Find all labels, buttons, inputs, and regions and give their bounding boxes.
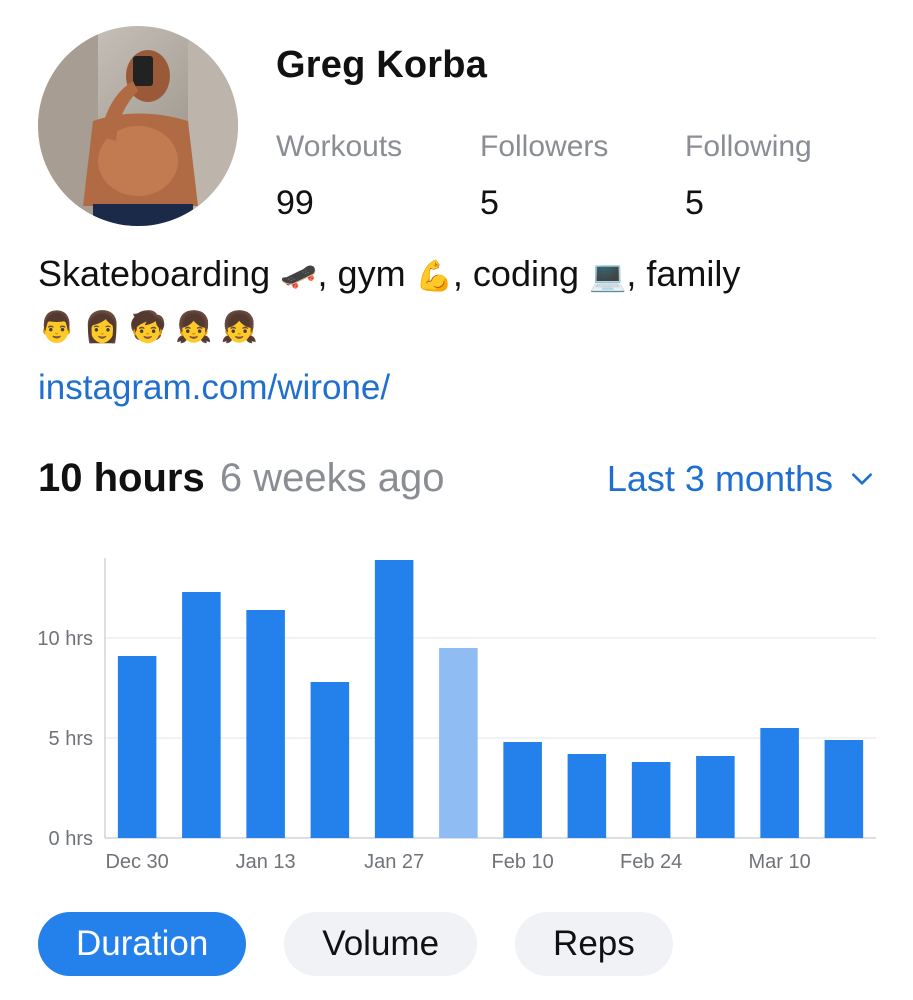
profile-avatar[interactable] bbox=[38, 26, 238, 226]
y-tick-label: 10 hrs bbox=[37, 628, 93, 650]
muscle-emoji: 💪 bbox=[415, 260, 453, 293]
chart-bar bbox=[374, 560, 414, 838]
total-duration: 10 hours bbox=[38, 456, 205, 500]
y-tick-label: 5 hrs bbox=[49, 728, 93, 750]
laptop-emoji: 💻 bbox=[589, 260, 627, 293]
avatar-photo bbox=[38, 26, 238, 226]
bio-text: , gym bbox=[317, 253, 416, 294]
stat-followers[interactable]: Followers 5 bbox=[480, 130, 608, 223]
stat-value: 5 bbox=[685, 184, 704, 222]
stat-value: 5 bbox=[480, 184, 499, 222]
stat-label: Workouts bbox=[276, 130, 403, 163]
chart-bar bbox=[182, 592, 221, 838]
x-tick-label: Feb 10 bbox=[491, 851, 553, 873]
metric-tabs: Duration Volume Reps bbox=[38, 912, 673, 976]
chart-bar bbox=[503, 742, 542, 838]
profile-bio: Skateboarding 🛹, gym 💪, coding 💻, family… bbox=[38, 250, 883, 352]
tab-reps[interactable]: Reps bbox=[515, 912, 673, 976]
chart-bar bbox=[567, 754, 607, 838]
x-tick-label: Feb 24 bbox=[620, 851, 682, 873]
chart-bar bbox=[439, 648, 478, 838]
stat-label: Followers bbox=[480, 130, 609, 163]
chart-bar bbox=[246, 610, 285, 838]
profile-name: Greg Korba bbox=[276, 44, 488, 86]
chart-bar bbox=[310, 682, 350, 838]
range-label: Last 3 months bbox=[606, 458, 833, 499]
skateboard-emoji: 🛹 bbox=[280, 260, 318, 293]
bio-text: , coding bbox=[452, 253, 590, 294]
chart-bar bbox=[760, 728, 799, 838]
family-emojis: 👨 👩 🧒 👧 👧 bbox=[38, 311, 259, 344]
x-tick-label: Dec 30 bbox=[105, 851, 168, 873]
stat-value: 99 bbox=[276, 184, 314, 222]
stat-following[interactable]: Following 5 bbox=[685, 130, 812, 223]
bio-text: Skateboarding bbox=[38, 253, 281, 294]
duration-chart: 0 hrs 5 hrs 10 hrs Dec 30 Jan 13 Jan 27 Feb 10… bbox=[37, 558, 876, 873]
tab-duration[interactable]: Duration bbox=[38, 912, 247, 976]
x-tick-label: Jan 13 bbox=[236, 851, 296, 873]
chart-bar bbox=[824, 740, 864, 838]
chart-bar bbox=[696, 756, 735, 838]
since-label: 6 weeks ago bbox=[219, 456, 445, 500]
duration-summary: 10 hours 6 weeks ago bbox=[38, 456, 444, 501]
chevron-down-icon bbox=[852, 473, 872, 485]
stat-label: Following bbox=[685, 130, 812, 163]
chart-bar bbox=[117, 656, 157, 838]
stat-workouts[interactable]: Workouts 99 bbox=[276, 130, 402, 223]
x-tick-label: Jan 27 bbox=[364, 851, 424, 873]
profile-link[interactable]: instagram.com/wirone/ bbox=[38, 368, 390, 408]
range-dropdown[interactable]: Last 3 months bbox=[607, 458, 875, 500]
x-tick-label: Mar 10 bbox=[749, 851, 811, 873]
y-tick-label: 0 hrs bbox=[49, 828, 93, 850]
tab-volume[interactable]: Volume bbox=[284, 912, 478, 976]
chart-bar bbox=[631, 762, 671, 838]
bio-text: , family bbox=[626, 253, 741, 294]
